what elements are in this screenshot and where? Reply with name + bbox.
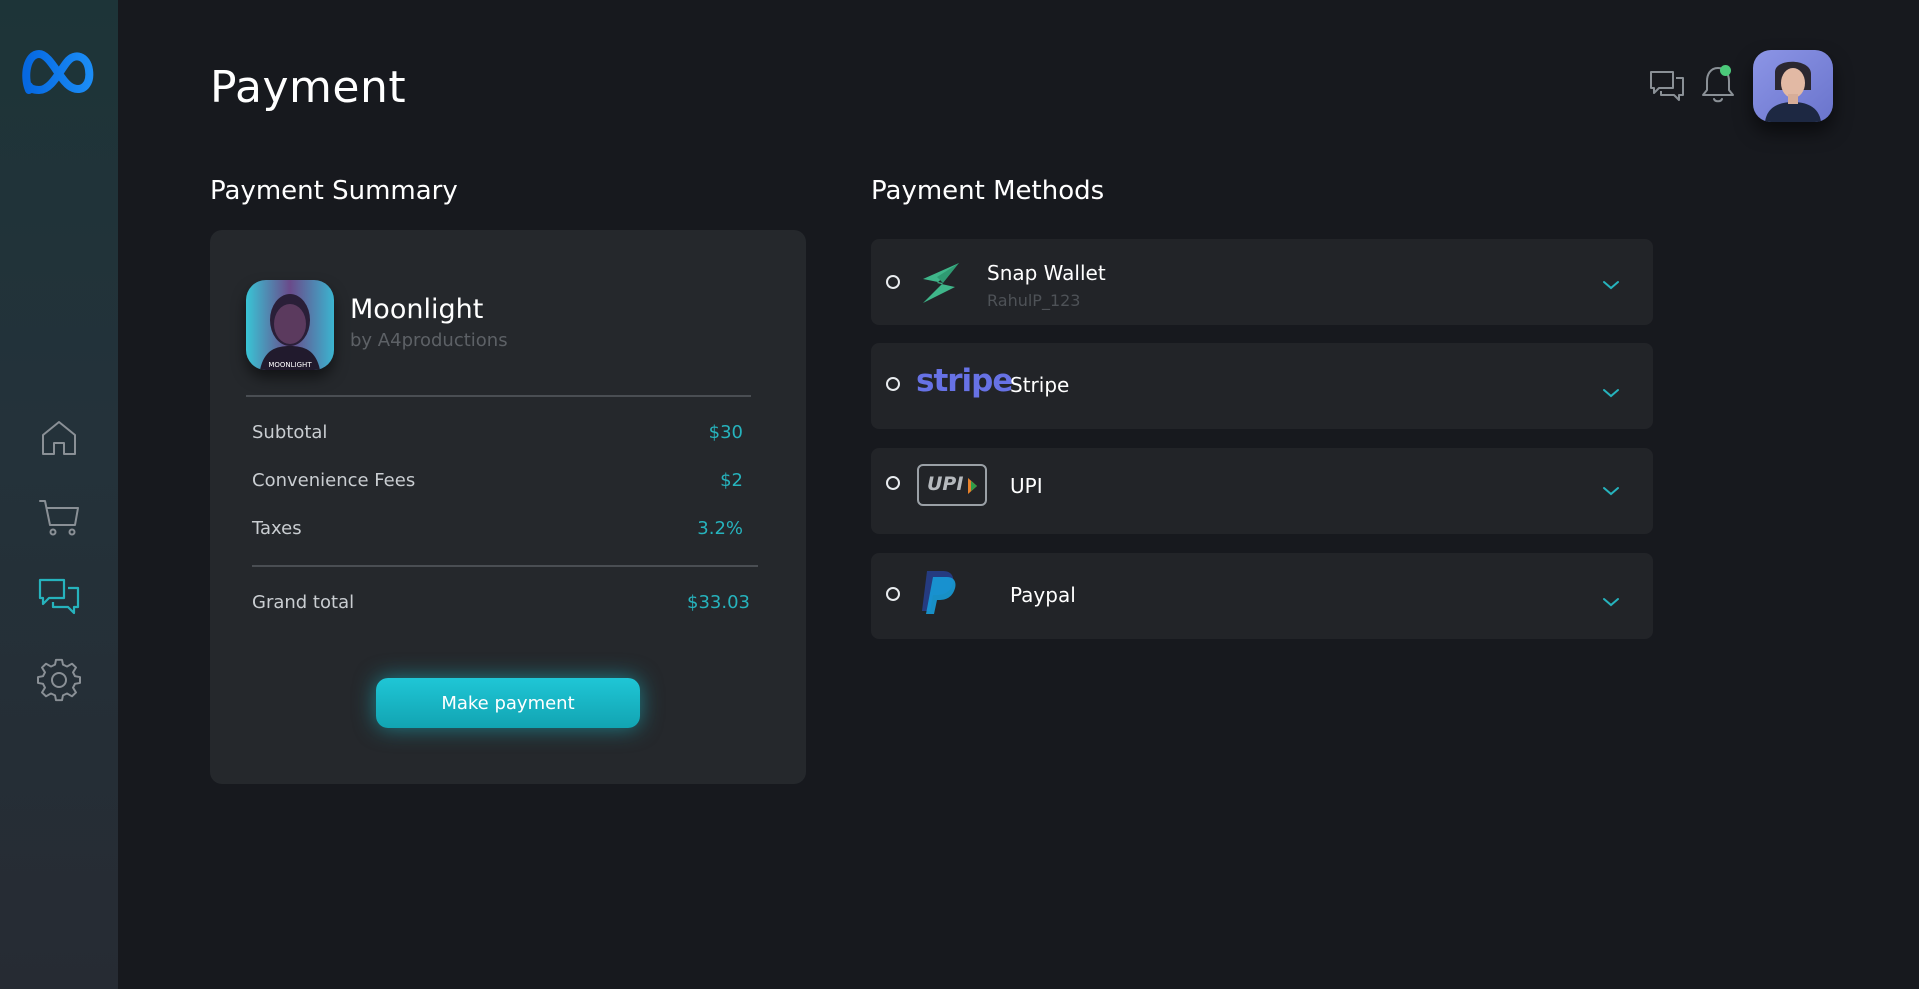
paypal-name: Paypal xyxy=(1010,583,1076,607)
snap-wallet-account: RahulP_123 xyxy=(987,291,1081,310)
cover-caption: MOONLIGHT xyxy=(268,361,312,369)
grand-total-label: Grand total xyxy=(252,592,355,613)
sidebar-item-messages[interactable] xyxy=(36,574,82,620)
divider xyxy=(246,395,751,397)
divider xyxy=(252,565,758,567)
method-stripe[interactable]: stripe Stripe xyxy=(871,343,1653,429)
chevron-down-icon[interactable] xyxy=(1601,276,1621,290)
payment-methods-heading: Payment Methods xyxy=(871,176,1105,206)
grand-total-value: $33.03 xyxy=(687,592,750,613)
subtotal-label: Subtotal xyxy=(252,422,328,443)
upi-logo-icon: UPI xyxy=(917,464,987,506)
chevron-down-icon[interactable] xyxy=(1601,482,1621,496)
make-payment-button[interactable]: Make payment xyxy=(376,678,640,728)
fees-value: $2 xyxy=(720,470,743,491)
cart-icon xyxy=(39,500,79,536)
product-name: Moonlight xyxy=(350,294,484,325)
product-cover-image: MOONLIGHT xyxy=(246,280,334,370)
stripe-radio[interactable] xyxy=(886,377,900,391)
payment-summary-card: MOONLIGHT Moonlight by A4productions Sub… xyxy=(210,230,806,784)
upi-name: UPI xyxy=(1010,474,1043,498)
upi-radio[interactable] xyxy=(886,476,900,490)
snap-wallet-name: Snap Wallet xyxy=(987,261,1106,285)
stripe-logo-icon: stripe xyxy=(916,363,1013,399)
home-icon xyxy=(42,421,76,455)
taxes-label: Taxes xyxy=(252,518,302,539)
paypal-logo-icon xyxy=(921,569,957,619)
payment-summary-heading: Payment Summary xyxy=(210,176,458,206)
chat-icon xyxy=(38,578,80,615)
notification-dot xyxy=(1720,65,1731,76)
taxes-value: 3.2% xyxy=(697,518,743,539)
subtotal-value: $30 xyxy=(708,422,743,443)
method-upi[interactable]: UPI UPI xyxy=(871,448,1653,534)
sidebar-item-home[interactable] xyxy=(36,414,82,460)
method-snap-wallet[interactable]: Snap Wallet RahulP_123 xyxy=(871,239,1653,325)
chevron-down-icon[interactable] xyxy=(1601,593,1621,607)
meta-logo-icon[interactable] xyxy=(21,46,95,98)
gear-icon xyxy=(37,658,81,702)
method-paypal[interactable]: Paypal xyxy=(871,553,1653,639)
sidebar-item-cart[interactable] xyxy=(36,494,82,540)
paypal-radio[interactable] xyxy=(886,587,900,601)
sidebar xyxy=(0,0,118,989)
avatar[interactable] xyxy=(1753,50,1833,122)
snap-wallet-logo-icon xyxy=(919,261,961,309)
snap-wallet-radio[interactable] xyxy=(886,275,900,289)
product-author: by A4productions xyxy=(350,330,508,351)
page-title: Payment xyxy=(210,62,407,113)
messages-icon[interactable] xyxy=(1649,68,1685,106)
fees-label: Convenience Fees xyxy=(252,470,416,491)
sidebar-item-settings[interactable] xyxy=(36,658,82,704)
chevron-down-icon[interactable] xyxy=(1601,384,1621,398)
stripe-name: Stripe xyxy=(1010,373,1070,397)
